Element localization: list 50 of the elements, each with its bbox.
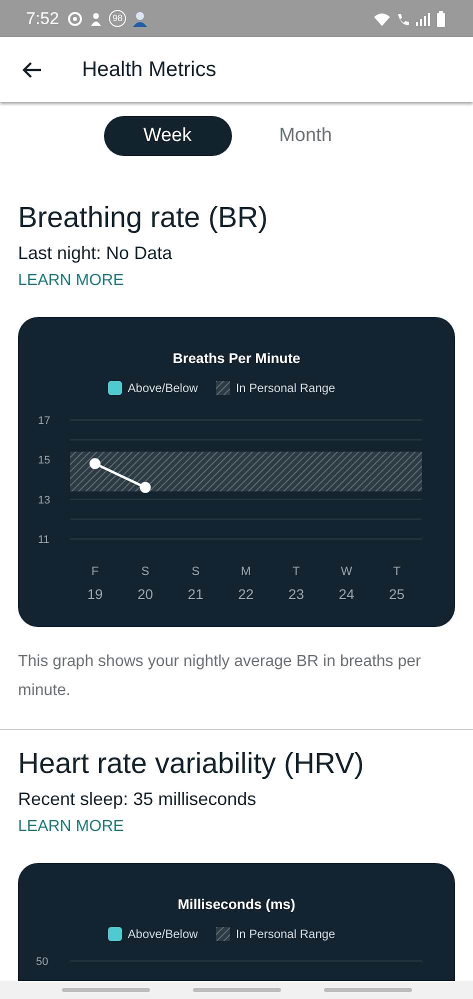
- legend-label: Above/Below: [128, 926, 198, 943]
- badge: 98: [109, 10, 126, 27]
- y-tick-label: 50: [36, 956, 48, 968]
- learn-more-link[interactable]: LEARN MORE: [18, 269, 124, 293]
- summary-text: Recent sleep: 35 milliseconds: [18, 788, 258, 811]
- x-date-label: 22: [238, 586, 254, 602]
- x-date-label: 24: [338, 586, 354, 602]
- page-title: Health Metrics: [82, 56, 216, 83]
- wifi-icon: [373, 10, 391, 26]
- x-date-label: 25: [389, 586, 405, 602]
- battery-icon: [435, 10, 447, 26]
- x-date-label: 21: [188, 586, 204, 602]
- figure-icon: [132, 10, 148, 26]
- data-point: [90, 458, 100, 470]
- y-tick-label: 13: [38, 494, 50, 506]
- nav-handle[interactable]: [192, 988, 280, 992]
- y-tick-label: 11: [38, 534, 50, 546]
- x-weekday-label: T: [393, 564, 400, 578]
- x-date-label: 23: [288, 586, 304, 602]
- signal-icon: [415, 10, 431, 26]
- y-tick-label: 15: [38, 454, 50, 467]
- hatch-swatch-icon: [216, 381, 230, 395]
- x-weekday-label: W: [340, 564, 352, 578]
- x-weekday-label: T: [292, 564, 300, 578]
- data-point: [140, 482, 151, 493]
- nav-handle[interactable]: [62, 988, 150, 992]
- tab[interactable]: Week: [104, 116, 232, 156]
- legend-label: In Personal Range: [236, 926, 336, 943]
- x-weekday-label: S: [141, 564, 150, 578]
- chart-title: Breaths Per Minute: [172, 349, 300, 368]
- person-icon: [89, 10, 104, 26]
- legend-label: Above/Below: [128, 380, 198, 397]
- status-time: 7:52: [26, 8, 60, 30]
- chart-caption: This graph shows your nightly average BR in breaths per minute.: [18, 652, 422, 701]
- section-title: Breathing rate (BR): [18, 201, 269, 236]
- legend-label: In Personal Range: [236, 380, 336, 397]
- section-title: Heart rate variability (HRV): [18, 747, 365, 782]
- x-date-label: 19: [87, 586, 103, 602]
- y-tick-label: 17: [38, 415, 50, 427]
- x-weekday-label: M: [240, 564, 251, 578]
- back-arrow-icon: [22, 60, 42, 80]
- x-weekday-label: S: [192, 564, 200, 578]
- hatch-swatch-icon: [216, 927, 230, 941]
- nav-handle[interactable]: [324, 988, 412, 992]
- summary-text: Last night: No Data: [18, 242, 174, 265]
- tab[interactable]: Month: [242, 116, 370, 156]
- chart-title: Milliseconds (ms): [178, 895, 296, 914]
- x-weekday-label: F: [91, 564, 99, 578]
- learn-more-link[interactable]: LEARN MORE: [18, 815, 124, 839]
- x-date-label: 20: [138, 586, 154, 602]
